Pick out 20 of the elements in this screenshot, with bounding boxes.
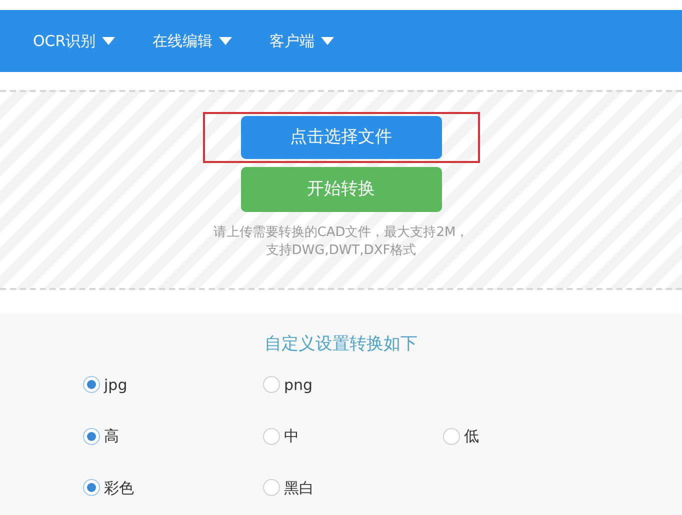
- caret-icon: [218, 37, 232, 45]
- radio-option[interactable]: jpg: [83, 374, 263, 396]
- radio-button[interactable]: [263, 376, 280, 394]
- hint-text: 支持DWG,DWT,DXF格式: [266, 242, 416, 260]
- radio-option[interactable]: 中: [263, 425, 443, 448]
- hint-text: 请上传需要转换的CAD文件，最大支持2M，: [213, 224, 469, 242]
- radio-option[interactable]: 彩色: [83, 476, 263, 499]
- radio-option[interactable]: png: [263, 374, 443, 396]
- radio-button[interactable]: [83, 376, 100, 394]
- settings-title: 自定义设置转换如下: [264, 334, 418, 354]
- radio-button[interactable]: [263, 479, 280, 496]
- radio-button[interactable]: [83, 479, 100, 496]
- radio-button[interactable]: [443, 428, 460, 445]
- radio-button[interactable]: [263, 428, 280, 445]
- radio-option[interactable]: 黑白: [263, 476, 443, 499]
- caret-icon: [320, 37, 334, 45]
- radio-option[interactable]: 高: [83, 425, 263, 448]
- caret-icon: [102, 37, 115, 45]
- radio-button[interactable]: [83, 428, 100, 445]
- radio-option[interactable]: 低: [443, 425, 623, 448]
